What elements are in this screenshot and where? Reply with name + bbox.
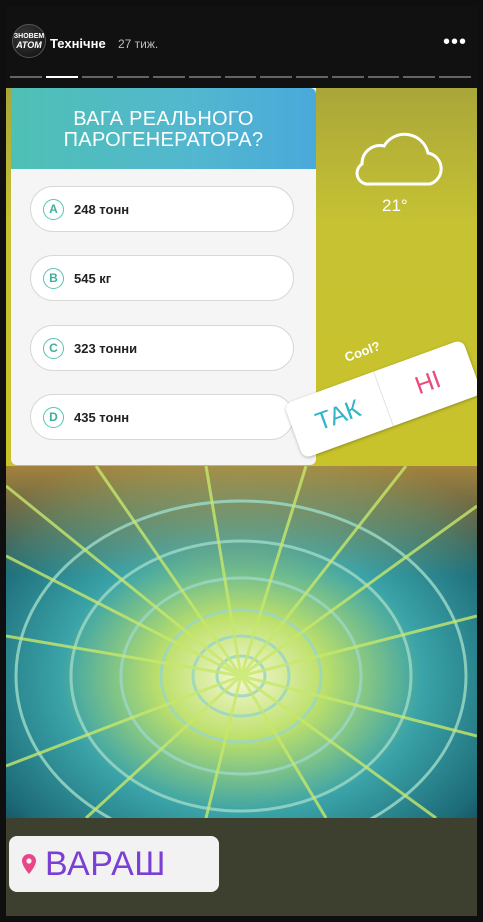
quiz-question-line1: ВАГА РЕАЛЬНОГО (73, 107, 254, 130)
quiz-question: ВАГА РЕАЛЬНОГО ПАРОГЕНЕРАТОРА? (11, 88, 316, 169)
progress-segment (188, 76, 221, 78)
location-sticker[interactable]: ВАРАШ (9, 836, 219, 892)
progress-segment (367, 76, 400, 78)
quiz-option-b[interactable]: B 545 кг (30, 255, 294, 301)
progress-segment (81, 76, 114, 78)
quiz-sticker: ВАГА РЕАЛЬНОГО ПАРОГЕНЕРАТОРА? A 248 тон… (11, 88, 316, 465)
story-header: ЗНОВЕМ АТОМ Технічне 27 тиж. ••• (6, 6, 477, 88)
option-text: 435 тонн (74, 409, 130, 425)
progress-segment (296, 76, 328, 78)
option-letter: D (43, 406, 64, 428)
story-frame[interactable]: ЗНОВЕМ АТОМ Технічне 27 тиж. ••• ВАГА РЕ… (6, 6, 477, 916)
option-letter: B (43, 267, 64, 289)
progress-segment (224, 76, 257, 78)
progress-segment (331, 76, 364, 78)
location-pin-icon (22, 854, 36, 874)
location-name: ВАРАШ (45, 844, 166, 883)
option-letter: A (43, 198, 64, 220)
account-name[interactable]: Технічне (50, 36, 106, 51)
option-text: 323 тонни (74, 340, 138, 356)
story-photo (6, 466, 477, 818)
more-options-icon[interactable]: ••• (443, 32, 467, 52)
option-letter: C (43, 337, 64, 359)
progress-segment (45, 76, 78, 78)
story-progress-bar (10, 76, 471, 78)
temperature-label: 21° (382, 196, 408, 215)
quiz-question-line2: ПАРОГЕНЕРАТОРА? (63, 128, 264, 151)
post-time: 27 тиж. (118, 37, 159, 51)
cloud-icon (355, 132, 443, 186)
progress-segment (260, 76, 293, 78)
progress-segment (153, 76, 185, 78)
quiz-option-c[interactable]: C 323 тонни (30, 325, 294, 371)
option-text: 545 кг (74, 270, 112, 286)
progress-segment (439, 76, 471, 78)
avatar[interactable]: ЗНОВЕМ АТОМ (12, 24, 46, 58)
avatar-text-line2: АТОМ (16, 40, 42, 50)
option-text: 248 тонн (74, 201, 130, 217)
quiz-option-d[interactable]: D 435 тонн (30, 394, 294, 440)
progress-segment (10, 76, 42, 78)
quiz-option-a[interactable]: A 248 тонн (30, 186, 294, 232)
progress-segment (117, 76, 150, 78)
progress-segment (403, 76, 436, 78)
